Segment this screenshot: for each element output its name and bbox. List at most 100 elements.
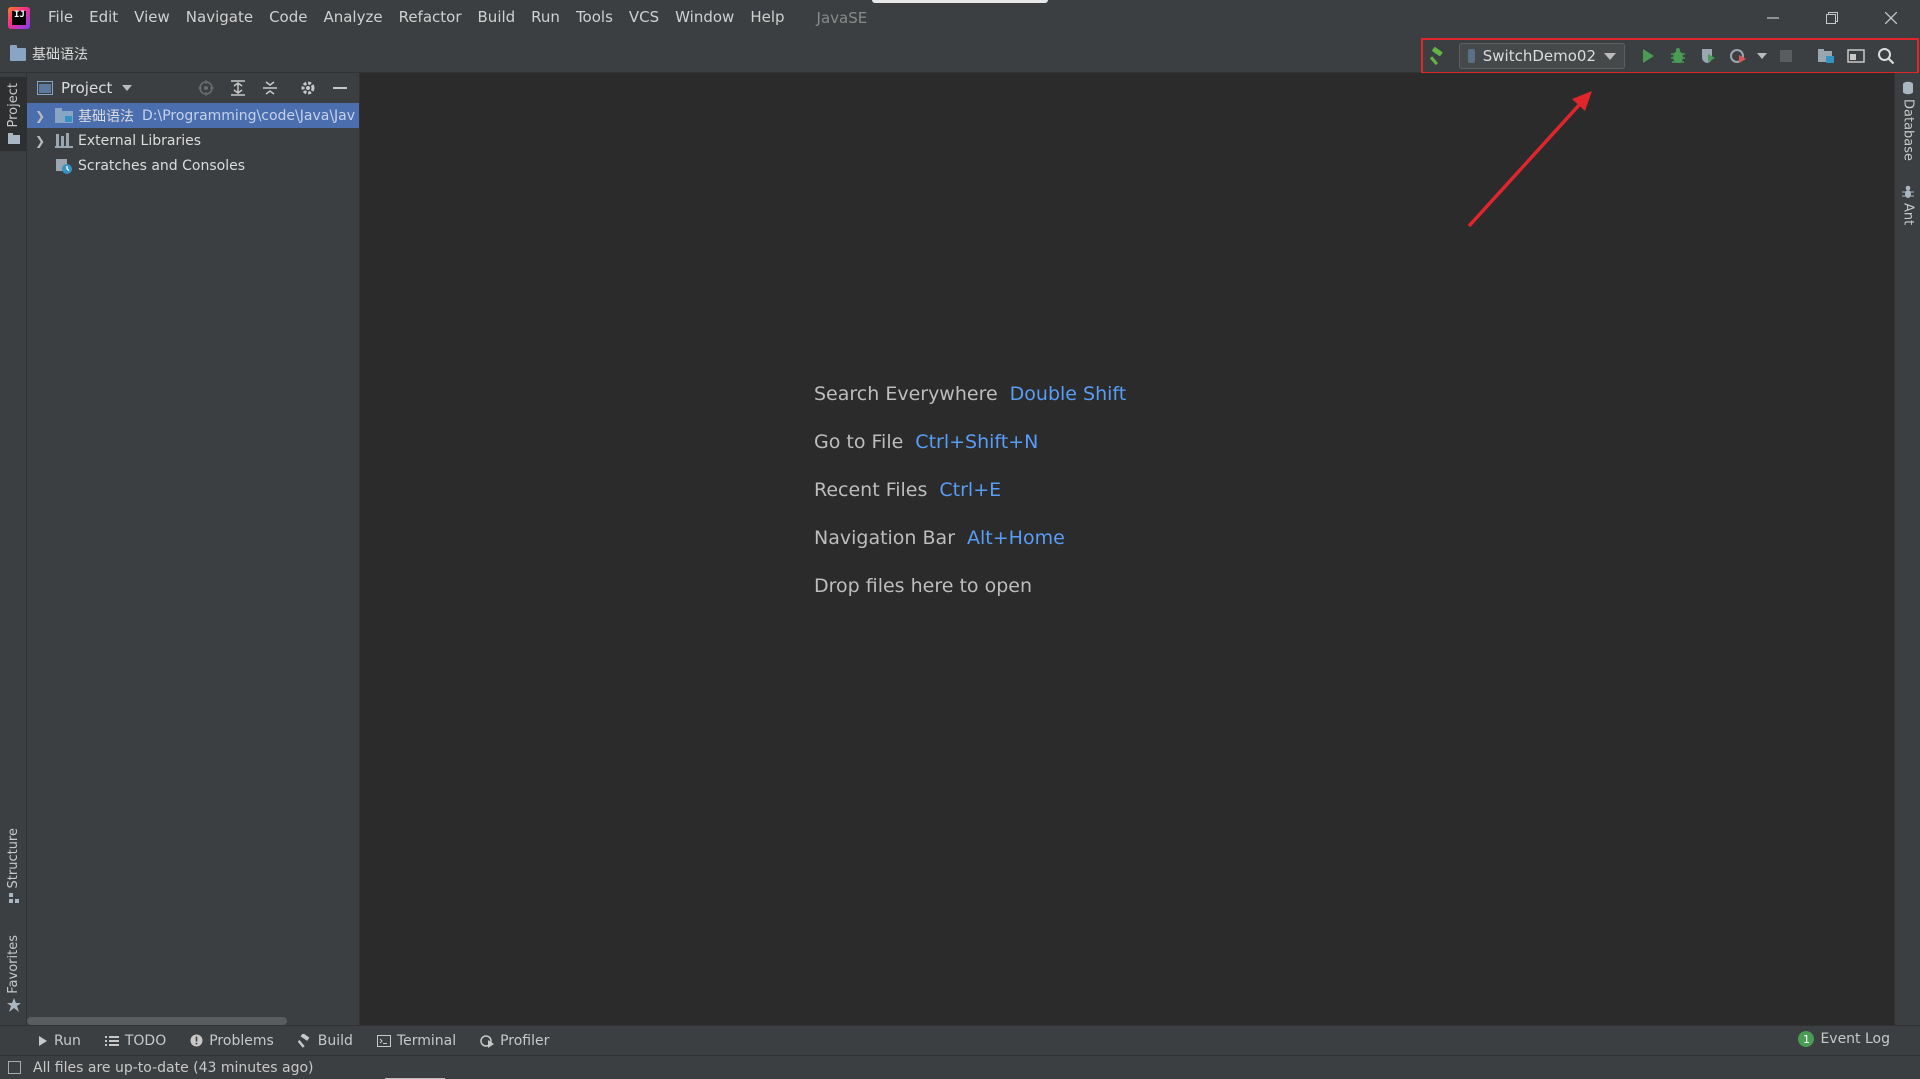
- tool-tab-project[interactable]: Project: [0, 77, 27, 152]
- tool-tab-profiler-label: Profiler: [500, 1032, 550, 1049]
- event-log-label: Event Log: [1820, 1031, 1890, 1047]
- tool-tab-ant-label: Ant: [1900, 203, 1916, 226]
- expand-all-button[interactable]: [225, 75, 251, 101]
- chevron-down-icon: [1757, 53, 1767, 59]
- scratches-icon: [55, 158, 73, 174]
- project-view-icon: [37, 81, 53, 95]
- menu-code[interactable]: Code: [261, 0, 315, 35]
- hint-text: Drop files here to open: [814, 575, 1033, 597]
- breadcrumb-project[interactable]: 基础语法: [32, 44, 88, 64]
- tool-tab-database[interactable]: Database: [1895, 81, 1920, 161]
- chevron-right-icon[interactable]: ❯: [35, 134, 49, 148]
- toggle-tool-windows-icon[interactable]: [8, 1061, 21, 1074]
- project-view-selector[interactable]: Project: [61, 79, 112, 97]
- right-tool-strip: Database Ant: [1894, 73, 1920, 1025]
- event-count-badge: 1: [1798, 1031, 1815, 1047]
- tool-tab-run[interactable]: Run: [26, 1033, 93, 1049]
- hint-text: Go to File: [814, 431, 904, 453]
- editor-empty-hints: Search Everywhere Double Shift Go to Fil…: [814, 383, 1126, 623]
- horizontal-scrollbar[interactable]: [27, 1017, 287, 1025]
- status-bar: All files are up-to-date (43 minutes ago…: [0, 1055, 1920, 1079]
- tool-tab-event-log[interactable]: 1 Event Log: [1798, 1031, 1890, 1047]
- expand-all-icon: [231, 80, 245, 96]
- navigation-bar: 基础语法 SwitchDemo02: [0, 35, 1920, 74]
- toggle-panel-icon: [1847, 49, 1865, 63]
- ant-icon: [1902, 185, 1914, 198]
- profile-button[interactable]: [1723, 41, 1753, 71]
- profile-icon: [1730, 49, 1746, 63]
- run-button[interactable]: [1633, 41, 1663, 71]
- hint-recent-files: Recent Files Ctrl+E: [814, 479, 1126, 527]
- menu-help[interactable]: Help: [742, 0, 792, 35]
- chevron-right-icon[interactable]: ❯: [35, 109, 49, 123]
- tree-item-external-libraries[interactable]: ❯ External Libraries: [27, 128, 359, 153]
- terminal-icon: [376, 1034, 391, 1047]
- project-structure-button[interactable]: [1811, 41, 1841, 71]
- tree-item-scratches[interactable]: Scratches and Consoles: [27, 153, 359, 178]
- menu-file[interactable]: File: [40, 0, 81, 35]
- intellij-logo-icon: IJ: [8, 6, 30, 29]
- tool-tab-build[interactable]: Build: [286, 1033, 365, 1049]
- database-icon: [1903, 81, 1913, 95]
- menu-tools[interactable]: Tools: [568, 0, 621, 35]
- tool-tab-problems-label: Problems: [209, 1032, 274, 1049]
- tool-tab-ant[interactable]: Ant: [1895, 185, 1920, 225]
- window-project-title: JavaSE: [816, 8, 868, 27]
- panel-settings-button[interactable]: [295, 75, 321, 101]
- problems-icon: [190, 1034, 203, 1047]
- menu-navigate[interactable]: Navigate: [178, 0, 261, 35]
- stop-button[interactable]: [1771, 41, 1801, 71]
- tool-tab-structure-label: Structure: [6, 828, 21, 889]
- hint-shortcut: Alt+Home: [967, 527, 1065, 549]
- project-structure-icon: [1818, 49, 1834, 63]
- tool-tab-todo[interactable]: TODO: [93, 1033, 178, 1049]
- search-everywhere-button[interactable]: [1871, 41, 1901, 71]
- hide-panel-button[interactable]: [327, 75, 353, 101]
- toggle-panel-button[interactable]: [1841, 41, 1871, 71]
- debug-icon: [1671, 48, 1685, 63]
- chevron-down-icon[interactable]: [122, 85, 133, 91]
- menu-view[interactable]: View: [126, 0, 178, 35]
- debug-button[interactable]: [1663, 41, 1693, 71]
- collapse-all-button[interactable]: [257, 75, 283, 101]
- run-toolbar: SwitchDemo02: [1421, 38, 1919, 74]
- menu-analyze[interactable]: Analyze: [315, 0, 390, 35]
- breadcrumb[interactable]: 基础语法: [10, 44, 88, 64]
- tool-tab-favorites-label: Favorites: [6, 935, 21, 994]
- tool-tab-favorites[interactable]: Favorites: [0, 935, 27, 1012]
- menu-run[interactable]: Run: [523, 0, 568, 35]
- tool-tab-structure[interactable]: Structure: [0, 828, 27, 904]
- hint-drop-files: Drop files here to open: [814, 575, 1126, 623]
- folder-icon: [10, 44, 26, 61]
- hint-search-everywhere: Search Everywhere Double Shift: [814, 383, 1126, 431]
- restore-button[interactable]: [1803, 0, 1861, 35]
- menu-window[interactable]: Window: [667, 0, 742, 35]
- profile-options-button[interactable]: [1753, 41, 1771, 71]
- hint-shortcut: Ctrl+E: [939, 479, 1002, 501]
- bottom-tool-bar: Run TODO Problems Build Terminal Profile…: [0, 1025, 1920, 1055]
- star-icon: [6, 997, 21, 1012]
- minimize-icon: [1767, 16, 1779, 19]
- menu-refactor[interactable]: Refactor: [391, 0, 470, 35]
- menu-build[interactable]: Build: [470, 0, 524, 35]
- menu-edit[interactable]: Edit: [81, 0, 126, 35]
- minimize-button[interactable]: [1744, 0, 1802, 35]
- tree-item-label: Scratches and Consoles: [78, 157, 245, 174]
- tool-tab-terminal[interactable]: Terminal: [365, 1033, 468, 1049]
- run-config-dropdown[interactable]: SwitchDemo02: [1459, 43, 1625, 69]
- tool-tab-profiler[interactable]: Profiler: [468, 1033, 561, 1049]
- menu-vcs[interactable]: VCS: [621, 0, 667, 35]
- tool-tab-problems[interactable]: Problems: [178, 1033, 286, 1049]
- run-icon: [1643, 49, 1654, 63]
- close-button[interactable]: [1862, 0, 1920, 35]
- editor-area[interactable]: Search Everywhere Double Shift Go to Fil…: [360, 73, 1894, 1025]
- todo-list-icon: [104, 1035, 119, 1046]
- application-config-icon: [1468, 49, 1475, 63]
- gear-icon: [301, 81, 315, 95]
- hint-text: Search Everywhere: [814, 383, 998, 405]
- build-button[interactable]: [1423, 41, 1453, 71]
- select-opened-file-button[interactable]: [193, 75, 219, 101]
- profiler-icon: [480, 1034, 495, 1048]
- coverage-button[interactable]: [1693, 41, 1723, 71]
- tree-item-project-root[interactable]: ❯ 基础语法 D:\Programming\code\Java\Jav: [27, 103, 359, 128]
